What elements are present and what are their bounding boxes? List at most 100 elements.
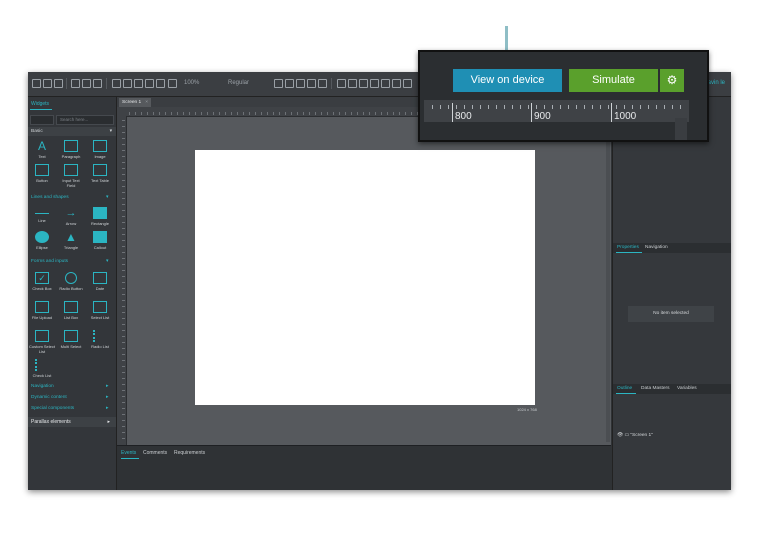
outline-item-screen[interactable]: 👁 ▭ "Screen 1"	[617, 433, 653, 438]
ruler-tick	[225, 112, 226, 115]
ruler-minor-tick	[504, 105, 505, 109]
widget-file-upload[interactable]: File Upload	[29, 301, 55, 321]
distribute-icon[interactable]	[403, 79, 412, 88]
italic-icon[interactable]	[285, 79, 294, 88]
select-list-icon	[93, 301, 107, 313]
widget-radio-list[interactable]: Radio List	[87, 330, 113, 350]
select-icon[interactable]	[112, 79, 121, 88]
zoom-icon[interactable]	[123, 79, 132, 88]
align-icon[interactable]	[318, 79, 327, 88]
view-on-device-button[interactable]: View on device	[453, 69, 562, 92]
ruler-number: 800	[455, 111, 472, 122]
widget-select-list[interactable]: Select List	[87, 301, 113, 321]
ruler-tick	[321, 112, 322, 115]
ruler-minor-tick	[640, 105, 641, 109]
gear-icon[interactable]: ⚙	[660, 69, 684, 92]
simulate-button[interactable]: Simulate	[569, 69, 658, 92]
ruler-minor-tick	[528, 105, 529, 109]
screen-canvas[interactable]	[195, 150, 535, 405]
close-icon[interactable]: ×	[145, 98, 148, 107]
widget-label: Rectangle	[90, 221, 109, 226]
bold-icon[interactable]	[274, 79, 283, 88]
widgets-tab[interactable]: Widgets	[31, 101, 49, 107]
border-icon[interactable]	[359, 79, 368, 88]
category-lines-and-shapes[interactable]: Lines and shapes	[31, 195, 69, 200]
widget-multi-select[interactable]: Multi Select	[58, 330, 84, 350]
ruler-minor-tick	[448, 105, 449, 109]
zoom-select[interactable]: 100%	[184, 78, 226, 89]
widget-input-text-field[interactable]: Input Text Field	[58, 164, 84, 188]
tab-properties[interactable]: Properties	[617, 245, 639, 250]
category-parallax-elements[interactable]: Parallax elements ▸	[28, 417, 116, 427]
tab-screen-1[interactable]: Screen 1 ×	[119, 98, 151, 107]
category-forms-and-inputs[interactable]: Forms and inputs	[31, 259, 68, 264]
ruler-tick	[159, 112, 160, 115]
widget-label: Date	[95, 286, 105, 291]
widget-custom-select-list[interactable]: Custom Select List	[29, 330, 55, 354]
tab-comments[interactable]: Comments	[143, 450, 167, 456]
ruler-tick	[285, 112, 286, 115]
ruler-minor-tick	[496, 105, 497, 109]
widget-label: Arrow	[65, 221, 77, 226]
grid-icon[interactable]	[168, 79, 177, 88]
fill-icon[interactable]	[348, 79, 357, 88]
hand-icon[interactable]	[145, 79, 154, 88]
save-icon[interactable]	[54, 79, 63, 88]
ruler-tick	[411, 112, 412, 115]
widget-search-input[interactable]: Search here...	[56, 115, 114, 125]
vertical-scrollbar[interactable]	[606, 117, 610, 442]
widget-ellipse[interactable]: Ellipse	[29, 231, 55, 251]
tab-events[interactable]: Events	[121, 450, 136, 456]
font-color-icon[interactable]	[307, 79, 316, 88]
widget-check-list[interactable]: Check List	[29, 359, 55, 379]
tab-navigation[interactable]: Navigation	[645, 245, 668, 250]
widget-line[interactable]: Line	[29, 207, 55, 224]
open-file-icon[interactable]	[43, 79, 52, 88]
tab-data-masters[interactable]: Data Masters	[641, 386, 670, 391]
arrow-icon: →	[65, 207, 77, 219]
ruler-tick	[363, 112, 364, 115]
widget-image[interactable]: Image	[87, 140, 113, 160]
toolbar-divider	[106, 78, 107, 89]
category-basic[interactable]: Basic ▾	[28, 127, 116, 136]
category-dynamic-content[interactable]: Dynamic content	[31, 395, 67, 400]
pencil-icon[interactable]	[134, 79, 143, 88]
widget-paragraph[interactable]: Paragraph	[58, 140, 84, 160]
tab-variables[interactable]: Variables	[677, 386, 697, 391]
widget-text[interactable]: A Text	[29, 140, 55, 160]
underline-icon[interactable]	[296, 79, 305, 88]
text-icon: A	[37, 139, 46, 153]
category-special-components[interactable]: Special components	[31, 406, 74, 411]
widget-button[interactable]: Button	[29, 164, 55, 184]
import-icon[interactable]	[93, 79, 102, 88]
new-file-icon[interactable]	[32, 79, 41, 88]
ruler-tick	[375, 112, 376, 115]
library-dropdown[interactable]	[30, 115, 54, 125]
widget-date[interactable]: Date	[87, 272, 113, 292]
eye-icon[interactable]: 👁	[617, 433, 623, 438]
category-navigation[interactable]: Navigation	[31, 384, 54, 389]
arrange-icon[interactable]	[392, 79, 401, 88]
opacity-icon[interactable]	[370, 79, 379, 88]
ruler-tick	[122, 300, 125, 301]
tab-outline[interactable]: Outline	[617, 386, 632, 391]
widget-rectangle[interactable]: Rectangle	[87, 207, 113, 227]
ellipse-icon	[35, 231, 49, 243]
widget-check-box[interactable]: ✓ Check Box	[29, 272, 55, 292]
widget-list-box[interactable]: List Box	[58, 301, 84, 321]
undo-icon[interactable]	[71, 79, 80, 88]
screen-size-label: 1024 x 768	[517, 407, 537, 412]
widget-arrow[interactable]: → Arrow	[58, 207, 84, 227]
widget-radio-button[interactable]: Radio Button	[58, 272, 84, 292]
redo-icon[interactable]	[82, 79, 91, 88]
widget-text-table[interactable]: Text Table	[87, 164, 113, 184]
font-style-select[interactable]: Regular	[228, 78, 268, 89]
widget-callout[interactable]: Callout	[87, 231, 113, 251]
ruler-tick	[309, 112, 310, 115]
text-icon[interactable]	[337, 79, 346, 88]
link-icon[interactable]	[156, 79, 165, 88]
widget-triangle[interactable]: ▲ Triangle	[58, 231, 84, 251]
group-icon[interactable]	[381, 79, 390, 88]
tab-requirements[interactable]: Requirements	[174, 450, 205, 456]
calendar-icon	[93, 272, 107, 284]
